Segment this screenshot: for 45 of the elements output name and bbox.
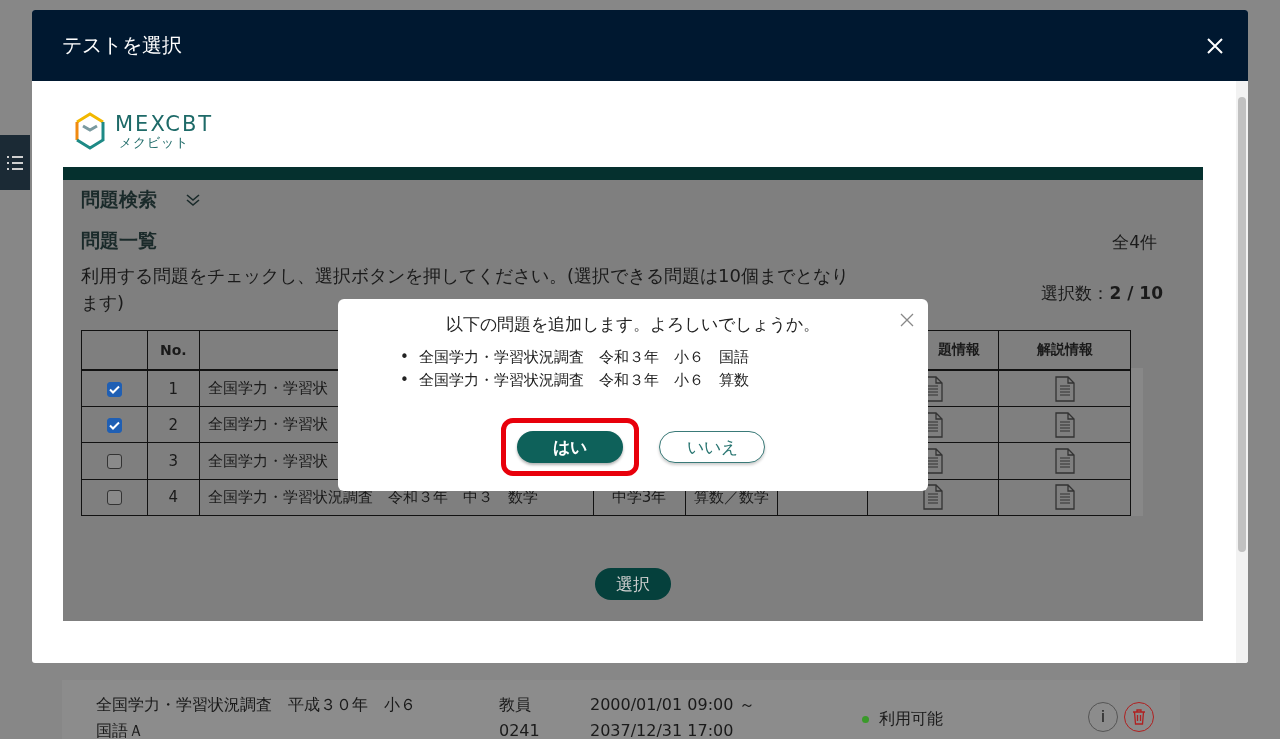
column-header: 解説情報 bbox=[1036, 341, 1093, 357]
dialog-item: 全国学力・学習状況調査 令和３年 小６ 国語 bbox=[418, 347, 749, 368]
yes-button[interactable]: はい bbox=[517, 431, 623, 463]
document-icon[interactable] bbox=[923, 484, 944, 511]
table-cell: 1 bbox=[168, 379, 179, 398]
menu-button[interactable] bbox=[0, 135, 30, 190]
section-title: 問題一覧 bbox=[81, 228, 157, 253]
table-cell: 全国学力・学習状 bbox=[207, 379, 328, 398]
dialog-item: 全国学力・学習状況調査 令和３年 小６ 算数 bbox=[418, 370, 749, 391]
bullet-mark: • bbox=[400, 347, 409, 368]
instruction-text: 利用する問題をチェックし、選択ボタンを押してください。(選択できる問題は10個までとなります) bbox=[81, 264, 850, 315]
period-end: 2037/12/31 17:00 bbox=[590, 720, 735, 739]
dialog-message: 以下の問題を追加します。よろしいでしょうか。 bbox=[446, 313, 820, 336]
checkbox[interactable] bbox=[106, 490, 122, 506]
scrollbar[interactable] bbox=[1131, 368, 1143, 516]
status-text: 利用可能 bbox=[879, 708, 943, 730]
checkbox[interactable] bbox=[106, 381, 122, 397]
bullet-mark: • bbox=[400, 370, 409, 391]
logo-text: MEXCBT bbox=[115, 112, 214, 135]
table-cell: 4 bbox=[168, 488, 179, 507]
table-cell: 全国学力・学習状 bbox=[207, 415, 328, 434]
table-cell: 全国学力・学習状 bbox=[207, 451, 328, 470]
double-chevron-icon[interactable] bbox=[185, 193, 201, 207]
column-header: 題情報 bbox=[938, 341, 981, 357]
selected-count: 選択数：2 / 10 bbox=[1041, 282, 1163, 305]
logo-subtitle: メクビット bbox=[118, 134, 190, 150]
no-button[interactable]: いいえ bbox=[659, 431, 765, 463]
total-count: 全4件 bbox=[1112, 231, 1157, 254]
select-button[interactable]: 選択 bbox=[595, 568, 671, 600]
period-start: 2000/01/01 09:00 ～ bbox=[590, 694, 756, 716]
scrollbar[interactable] bbox=[1236, 81, 1248, 663]
table-cell: 3 bbox=[168, 452, 179, 471]
logo-icon bbox=[73, 112, 107, 150]
test-title: 国語Ａ bbox=[96, 720, 145, 739]
table-cell: 2 bbox=[168, 415, 179, 434]
code-text: 0241 bbox=[499, 720, 541, 739]
checkbox[interactable] bbox=[106, 454, 122, 470]
column-header: No. bbox=[160, 342, 187, 358]
trash-icon bbox=[1132, 709, 1146, 725]
list-icon bbox=[6, 154, 24, 171]
section-title: 問題検索 bbox=[81, 187, 157, 212]
modal-title: テストを選択 bbox=[62, 32, 182, 59]
checkbox[interactable] bbox=[106, 417, 122, 433]
role-text: 教員 bbox=[499, 694, 532, 716]
test-title: 全国学力・学習状況調査 平成３０年 小６ bbox=[96, 694, 417, 716]
